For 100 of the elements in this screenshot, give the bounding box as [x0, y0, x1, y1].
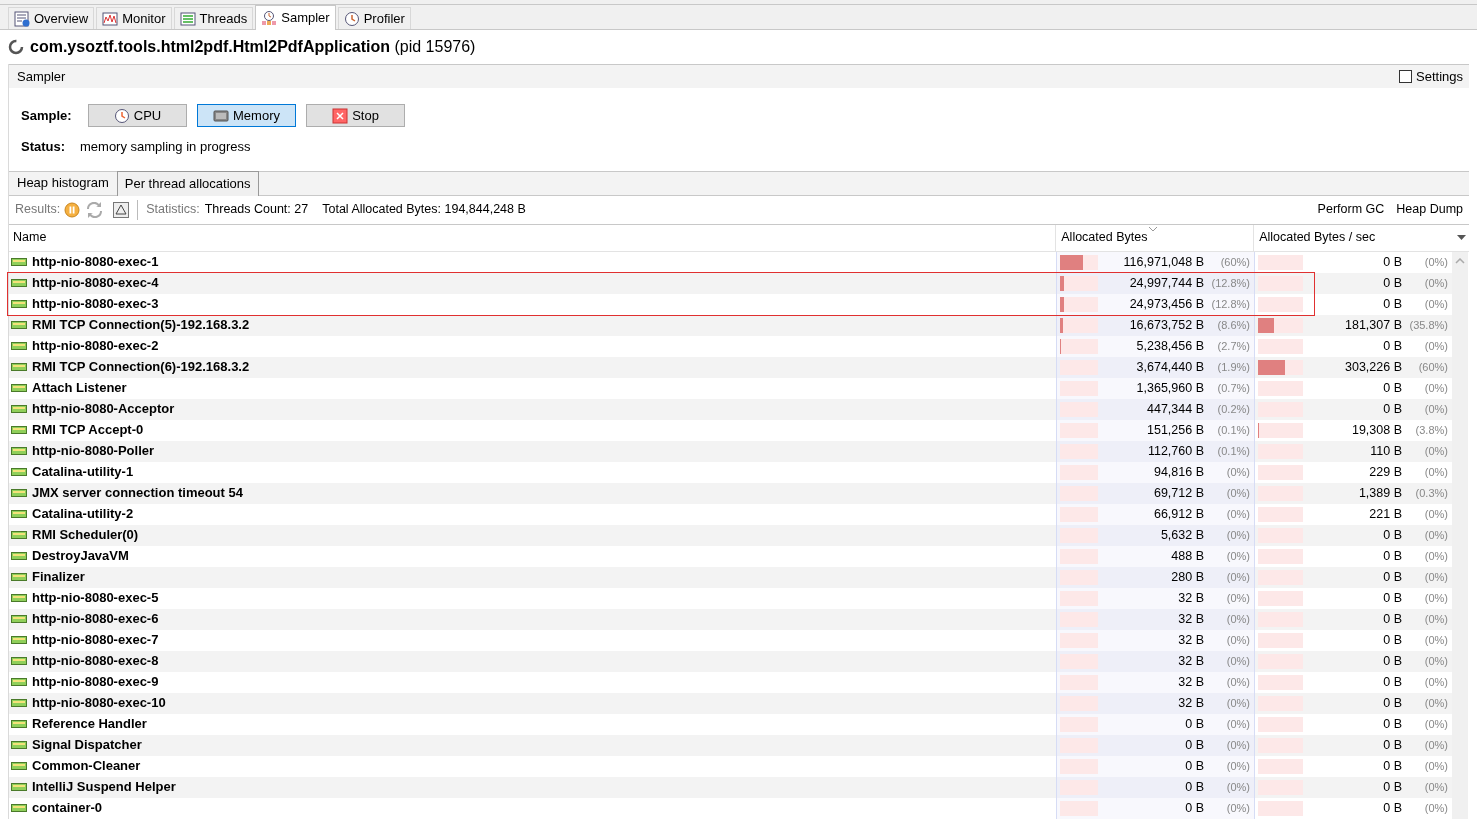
- scrollbar[interactable]: [1452, 251, 1468, 819]
- scroll-up-icon[interactable]: [1455, 257, 1465, 264]
- byte-value: 32 B: [1177, 652, 1204, 670]
- table-row[interactable]: Finalizer 280 B (0%) 0 B (0%): [9, 566, 1452, 588]
- thread-icon: [11, 720, 27, 728]
- thread-icon: [11, 804, 27, 812]
- tab[interactable]: Per thread allocations: [116, 170, 259, 196]
- tab[interactable]: Threads: [173, 7, 254, 29]
- stop-button[interactable]: Stop: [306, 104, 405, 127]
- byte-value: 5,238,456 B: [1135, 337, 1204, 355]
- tab[interactable]: Overview: [8, 7, 95, 29]
- byte-value: 0 B: [1382, 526, 1402, 544]
- thread-icon: [11, 615, 27, 623]
- byte-value: 3,674,440 B: [1135, 358, 1204, 376]
- byte-value: 0 B: [1382, 799, 1402, 817]
- byte-value: 66,912 B: [1152, 505, 1204, 523]
- percent-value: (0.1%): [1216, 422, 1250, 438]
- thread-icon: [11, 321, 27, 329]
- percent-value: (0.7%): [1216, 380, 1250, 396]
- table-row[interactable]: http-nio-8080-exec-10 32 B (0%) 0 B (0%): [9, 692, 1452, 714]
- percent-value: (2.7%): [1216, 338, 1250, 354]
- percent-value: (0%): [1423, 695, 1448, 711]
- thread-name: RMI Scheduler(0): [32, 526, 139, 545]
- tab[interactable]: Sampler: [255, 5, 336, 30]
- percent-value: (0%): [1423, 590, 1448, 606]
- table-row[interactable]: http-nio-8080-Poller 112,760 B (0.1%) 110 B (0%): [9, 440, 1452, 462]
- thread-icon: [11, 426, 27, 434]
- memory-button[interactable]: Memory: [197, 104, 296, 127]
- percent-value: (35.8%): [1408, 317, 1448, 333]
- stop-icon: [332, 107, 349, 124]
- percent-value: (0%): [1225, 737, 1250, 753]
- byte-value: 112,760 B: [1146, 442, 1204, 460]
- pause-icon[interactable]: [64, 201, 81, 218]
- percent-value: (0%): [1225, 569, 1250, 585]
- byte-value: 221 B: [1368, 505, 1402, 523]
- byte-value: 229 B: [1368, 463, 1402, 481]
- byte-value: 69,712 B: [1152, 484, 1204, 502]
- table-row[interactable]: http-nio-8080-Acceptor 447,344 B (0.2%) 0 B (0%): [9, 398, 1452, 420]
- results-label: Results:: [15, 201, 61, 219]
- percent-value: (0%): [1423, 296, 1448, 312]
- cpu-button[interactable]: CPU: [88, 104, 187, 127]
- byte-value: 1,389 B: [1357, 484, 1402, 502]
- percent-value: (0%): [1423, 758, 1448, 774]
- tab[interactable]: Monitor: [96, 7, 172, 29]
- percent-value: (0%): [1423, 401, 1448, 417]
- table-row[interactable]: JMX server connection timeout 54 69,712 B (0%) 1,389 B (0.3%): [9, 482, 1452, 504]
- column-header[interactable]: Name: [9, 224, 1056, 251]
- total-allocated-bytes: Total Allocated Bytes: 194,844,248 B: [322, 201, 526, 219]
- thread-icon: [11, 699, 27, 707]
- percent-value: (0%): [1423, 380, 1448, 396]
- tab[interactable]: Heap histogram: [9, 171, 117, 195]
- percent-value: (0%): [1423, 506, 1448, 522]
- action-link[interactable]: Heap Dump: [1396, 200, 1463, 219]
- thread-name: http-nio-8080-exec-9: [32, 673, 159, 692]
- percent-value: (0%): [1225, 653, 1250, 669]
- refresh-icon[interactable]: [86, 201, 104, 218]
- percent-value: (0%): [1225, 611, 1250, 627]
- byte-value: 303,226 B: [1344, 358, 1402, 376]
- table-row[interactable]: http-nio-8080-exec-4 24,997,744 B (12.8%) 0 B (0%): [9, 272, 1452, 294]
- byte-value: 5,632 B: [1159, 526, 1204, 544]
- byte-value: 0 B: [1382, 253, 1402, 271]
- thread-name: RMI TCP Accept-0: [32, 421, 144, 440]
- percent-value: (0%): [1225, 485, 1250, 501]
- table-row[interactable]: RMI Scheduler(0) 5,632 B (0%) 0 B (0%): [9, 524, 1452, 546]
- thread-name: Common-Cleaner: [32, 757, 141, 776]
- thread-name: container-0: [32, 799, 103, 818]
- statistics-label: Statistics:: [146, 201, 200, 219]
- clock-icon: [343, 10, 360, 27]
- table-row[interactable]: http-nio-8080-exec-8 32 B (0%) 0 B (0%): [9, 650, 1452, 672]
- document-icon: [14, 10, 30, 27]
- column-header[interactable]: Allocated Bytes / sec: [1253, 224, 1451, 251]
- action-link[interactable]: Perform GC: [1317, 200, 1385, 219]
- status-label: Status:: [21, 138, 67, 156]
- byte-value: 0 B: [1382, 631, 1402, 649]
- percent-value: (0%): [1423, 632, 1448, 648]
- byte-value: 0 B: [1382, 652, 1402, 670]
- percent-value: (60%): [1417, 359, 1448, 375]
- sample-label: Sample:: [21, 106, 73, 125]
- percent-value: (0%): [1423, 254, 1448, 270]
- snapshot-icon[interactable]: [113, 201, 130, 218]
- thread-name: Attach Listener: [32, 379, 127, 398]
- thread-icon: [11, 342, 27, 350]
- percent-value: (0%): [1225, 674, 1250, 690]
- thread-icon: [11, 594, 27, 602]
- settings-checkbox[interactable]: Settings: [1399, 66, 1463, 87]
- thread-name: Signal Dispatcher: [32, 736, 142, 755]
- byte-value: 32 B: [1177, 589, 1204, 607]
- tab[interactable]: Profiler: [337, 7, 411, 29]
- table-row[interactable]: http-nio-8080-exec-6 32 B (0%) 0 B (0%): [9, 608, 1452, 630]
- table-row[interactable]: IntelliJ Suspend Helper 0 B (0%) 0 B (0%): [9, 776, 1452, 798]
- byte-value: 0 B: [1382, 400, 1402, 418]
- column-picker-icon[interactable]: [1457, 235, 1467, 240]
- thread-name: http-nio-8080-exec-5: [32, 589, 159, 608]
- thread-name: http-nio-8080-Acceptor: [32, 400, 175, 419]
- byte-value: 0 B: [1382, 673, 1402, 691]
- threads-count: Threads Count: 27: [204, 201, 309, 219]
- table-row[interactable]: RMI TCP Connection(5)-192.168.3.2 16,673,752 B (8.6%) 181,307 B (35.8%): [9, 314, 1452, 336]
- table-row[interactable]: Signal Dispatcher 0 B (0%) 0 B (0%): [9, 734, 1452, 756]
- table-row[interactable]: RMI TCP Connection(6)-192.168.3.2 3,674,440 B (1.9%) 303,226 B (60%): [9, 356, 1452, 378]
- column-header[interactable]: Allocated Bytes: [1055, 224, 1254, 251]
